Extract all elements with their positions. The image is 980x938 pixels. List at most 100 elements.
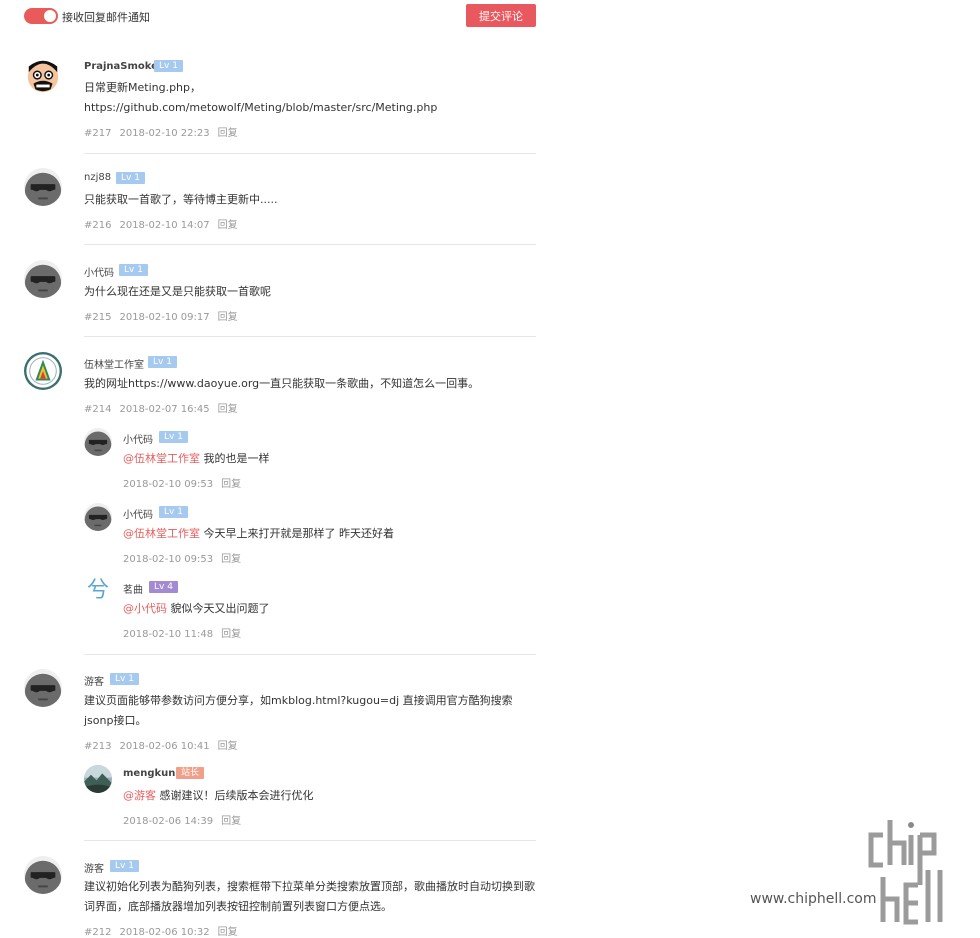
reply-time: 2018-02-10 11:48 <box>123 629 214 640</box>
divider <box>84 840 536 841</box>
reply-body: 感谢建议！后续版本会进行优化 <box>156 789 314 802</box>
submit-comment-button[interactable]: 提交评论 <box>466 4 536 27</box>
landscape-avatar-icon <box>84 765 112 793</box>
comment-meta: #216 2018-02-10 14:07 回复 <box>84 216 246 231</box>
reply-link[interactable]: 回复 <box>218 741 238 752</box>
reply-meta: 2018-02-10 11:48 回复 <box>123 625 249 640</box>
comment-number: #213 <box>84 741 112 752</box>
comment-time: 2018-02-10 09:17 <box>119 312 210 323</box>
comment-text: 词界面，底部播放器增加列表按钮控制前置列表窗口方便点选。 <box>84 900 392 913</box>
cartoon-face-icon <box>24 57 62 95</box>
level-badge: Lv 1 <box>154 60 183 72</box>
reply-link[interactable]: 回复 <box>221 479 241 490</box>
comment-meta: #215 2018-02-10 09:17 回复 <box>84 308 246 323</box>
comment-number: #216 <box>84 220 112 231</box>
reply-text: @伍林堂工作室 我的也是一样 <box>123 449 270 469</box>
comment-author[interactable]: 游客 <box>84 860 104 875</box>
email-notify-label: 接收回复邮件通知 <box>62 11 150 24</box>
reply-avatar[interactable] <box>84 503 112 531</box>
avatar[interactable] <box>24 260 62 298</box>
comment-text: 日常更新Meting.php， <box>84 81 202 94</box>
reply-body: 今天早上来打开就是那样了 昨天还好着 <box>200 527 394 540</box>
comment-meta: #212 2018-02-06 10:32 回复 <box>84 923 246 938</box>
mention-link[interactable]: @游客 <box>123 789 156 802</box>
comment-number: #217 <box>84 128 112 139</box>
studio-logo-icon <box>24 352 62 390</box>
reply-avatar[interactable] <box>84 765 112 793</box>
reply-link[interactable]: 回复 <box>221 629 241 640</box>
comment-author[interactable]: PrajnaSmoke <box>84 61 158 72</box>
divider <box>84 336 536 337</box>
mention-link[interactable]: @小代码 <box>123 602 167 615</box>
reply-meta: 2018-02-06 14:39 回复 <box>123 812 249 827</box>
comment-time: 2018-02-10 22:23 <box>119 128 210 139</box>
sunglasses-avatar-icon <box>24 669 62 707</box>
reply-author[interactable]: 小代码 <box>123 506 153 521</box>
sunglasses-avatar-icon <box>24 168 62 206</box>
reply-time: 2018-02-06 14:39 <box>123 816 214 827</box>
level-badge: Lv 1 <box>119 264 148 276</box>
comment-text: jsonp接口。 <box>84 714 147 727</box>
mention-link[interactable]: @伍林堂工作室 <box>123 452 200 465</box>
reply-time: 2018-02-10 09:53 <box>123 479 214 490</box>
comment-time: 2018-02-10 14:07 <box>119 220 210 231</box>
avatar[interactable] <box>24 669 62 707</box>
reply-text: @游客 感谢建议！后续版本会进行优化 <box>123 786 314 806</box>
comment-meta: #217 2018-02-10 22:23 回复 <box>84 124 246 139</box>
comment-author[interactable]: 游客 <box>84 673 104 688</box>
avatar[interactable] <box>24 856 62 894</box>
comment-author[interactable]: 小代码 <box>84 264 114 279</box>
reply-body: 我的也是一样 <box>200 452 270 465</box>
comment-text: 建议初始化列表为酷狗列表，搜索框带下拉菜单分类搜索放置顶部，歌曲播放时自动切换到… <box>84 880 535 893</box>
reply-text: @伍林堂工作室 今天早上来打开就是那样了 昨天还好着 <box>123 524 394 544</box>
reply-body: 貌似今天又出问题了 <box>167 602 270 615</box>
comment-meta: #213 2018-02-06 10:41 回复 <box>84 737 246 752</box>
comment-text: 为什么现在还是又是只能获取一首歌呢 <box>84 285 271 298</box>
sunglasses-avatar-icon <box>24 260 62 298</box>
watermark-text: www.chiphell.com <box>750 891 876 907</box>
comment-time: 2018-02-06 10:41 <box>119 741 210 752</box>
reply-author[interactable]: 茗曲 <box>123 581 143 596</box>
level-badge: Lv 1 <box>148 356 177 368</box>
comment-meta: #214 2018-02-07 16:45 回复 <box>84 400 246 415</box>
reply-author[interactable]: mengkun <box>123 768 175 779</box>
mention-link[interactable]: @伍林堂工作室 <box>123 527 200 540</box>
reply-link[interactable]: 回复 <box>218 404 238 415</box>
comment-author[interactable]: nzj88 <box>84 172 111 183</box>
reply-link[interactable]: 回复 <box>218 312 238 323</box>
comment-number: #215 <box>84 312 112 323</box>
avatar[interactable] <box>24 57 62 95</box>
comment-toolbar: 接收回复邮件通知 提交评论 <box>24 4 536 28</box>
reply-meta: 2018-02-10 09:53 回复 <box>123 475 249 490</box>
chiphell-watermark: www.chiphell.com <box>748 815 973 925</box>
divider <box>84 244 536 245</box>
reply-author[interactable]: 小代码 <box>123 431 153 446</box>
calligraphy-char-icon: 兮 <box>86 578 109 603</box>
divider <box>84 654 536 655</box>
level-badge: Lv 1 <box>116 172 145 184</box>
level-badge: Lv 1 <box>110 860 139 872</box>
reply-time: 2018-02-10 09:53 <box>123 554 214 565</box>
level-badge: Lv 1 <box>159 431 188 443</box>
email-notify-toggle[interactable] <box>24 8 58 24</box>
reply-meta: 2018-02-10 09:53 回复 <box>123 550 249 565</box>
reply-avatar[interactable] <box>84 428 112 456</box>
reply-avatar[interactable]: 兮 <box>84 577 112 605</box>
comment-time: 2018-02-07 16:45 <box>119 404 210 415</box>
reply-text: @小代码 貌似今天又出问题了 <box>123 599 270 619</box>
comment-number: #214 <box>84 404 112 415</box>
sunglasses-avatar-icon <box>24 856 62 894</box>
comment-text: 建议页面能够带参数访问方便分享，如mkblog.html?kugou=dj 直接… <box>84 694 513 707</box>
avatar[interactable] <box>24 168 62 206</box>
avatar[interactable] <box>24 352 62 390</box>
reply-link[interactable]: 回复 <box>221 816 241 827</box>
comment-text: https://github.com/metowolf/Meting/blob/… <box>84 101 438 114</box>
comment-author[interactable]: 伍林堂工作室 <box>84 356 144 371</box>
level-badge: Lv 1 <box>110 673 139 685</box>
sunglasses-avatar-icon <box>84 503 112 531</box>
reply-link[interactable]: 回复 <box>218 128 238 139</box>
reply-link[interactable]: 回复 <box>218 220 238 231</box>
toggle-knob <box>44 10 56 22</box>
level-badge: Lv 4 <box>149 581 178 593</box>
reply-link[interactable]: 回复 <box>221 554 241 565</box>
